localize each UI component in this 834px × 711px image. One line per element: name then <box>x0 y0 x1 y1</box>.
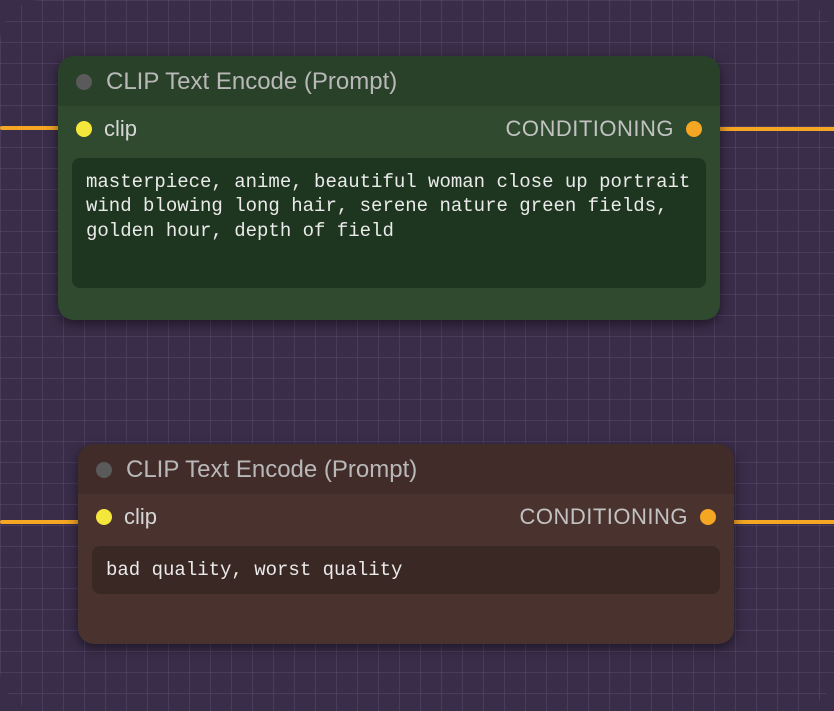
output-slot-conditioning[interactable]: CONDITIONING <box>519 504 716 530</box>
node-io-row: clip CONDITIONING <box>78 494 734 540</box>
node-header[interactable]: CLIP Text Encode (Prompt) <box>78 444 734 494</box>
wire-positive-output[interactable] <box>716 127 834 131</box>
input-slot-clip[interactable]: clip <box>76 116 137 142</box>
output-port-icon[interactable] <box>686 121 702 137</box>
input-slot-clip[interactable]: clip <box>96 504 157 530</box>
output-slot-conditioning[interactable]: CONDITIONING <box>505 116 702 142</box>
prompt-text-input[interactable]: masterpiece, anime, beautiful woman clos… <box>72 158 706 288</box>
prompt-text-wrap: masterpiece, anime, beautiful woman clos… <box>58 152 720 302</box>
node-clip-text-encode-negative[interactable]: CLIP Text Encode (Prompt) clip CONDITION… <box>78 444 734 644</box>
input-port-icon[interactable] <box>96 509 112 525</box>
input-label: clip <box>104 116 137 142</box>
prompt-text-input[interactable]: bad quality, worst quality <box>92 546 720 594</box>
node-header[interactable]: CLIP Text Encode (Prompt) <box>58 56 720 106</box>
node-clip-text-encode-positive[interactable]: CLIP Text Encode (Prompt) clip CONDITION… <box>58 56 720 320</box>
node-io-row: clip CONDITIONING <box>58 106 720 152</box>
wire-positive-input[interactable] <box>0 126 64 130</box>
wire-negative-output[interactable] <box>730 520 834 524</box>
prompt-text-wrap: bad quality, worst quality <box>78 540 734 608</box>
node-title: CLIP Text Encode (Prompt) <box>106 68 397 96</box>
output-label: CONDITIONING <box>519 504 688 530</box>
node-title: CLIP Text Encode (Prompt) <box>126 456 417 484</box>
output-port-icon[interactable] <box>700 509 716 525</box>
output-label: CONDITIONING <box>505 116 674 142</box>
wire-negative-input[interactable] <box>0 520 84 524</box>
collapse-dot-icon[interactable] <box>76 74 92 90</box>
input-label: clip <box>124 504 157 530</box>
collapse-dot-icon[interactable] <box>96 462 112 478</box>
input-port-icon[interactable] <box>76 121 92 137</box>
